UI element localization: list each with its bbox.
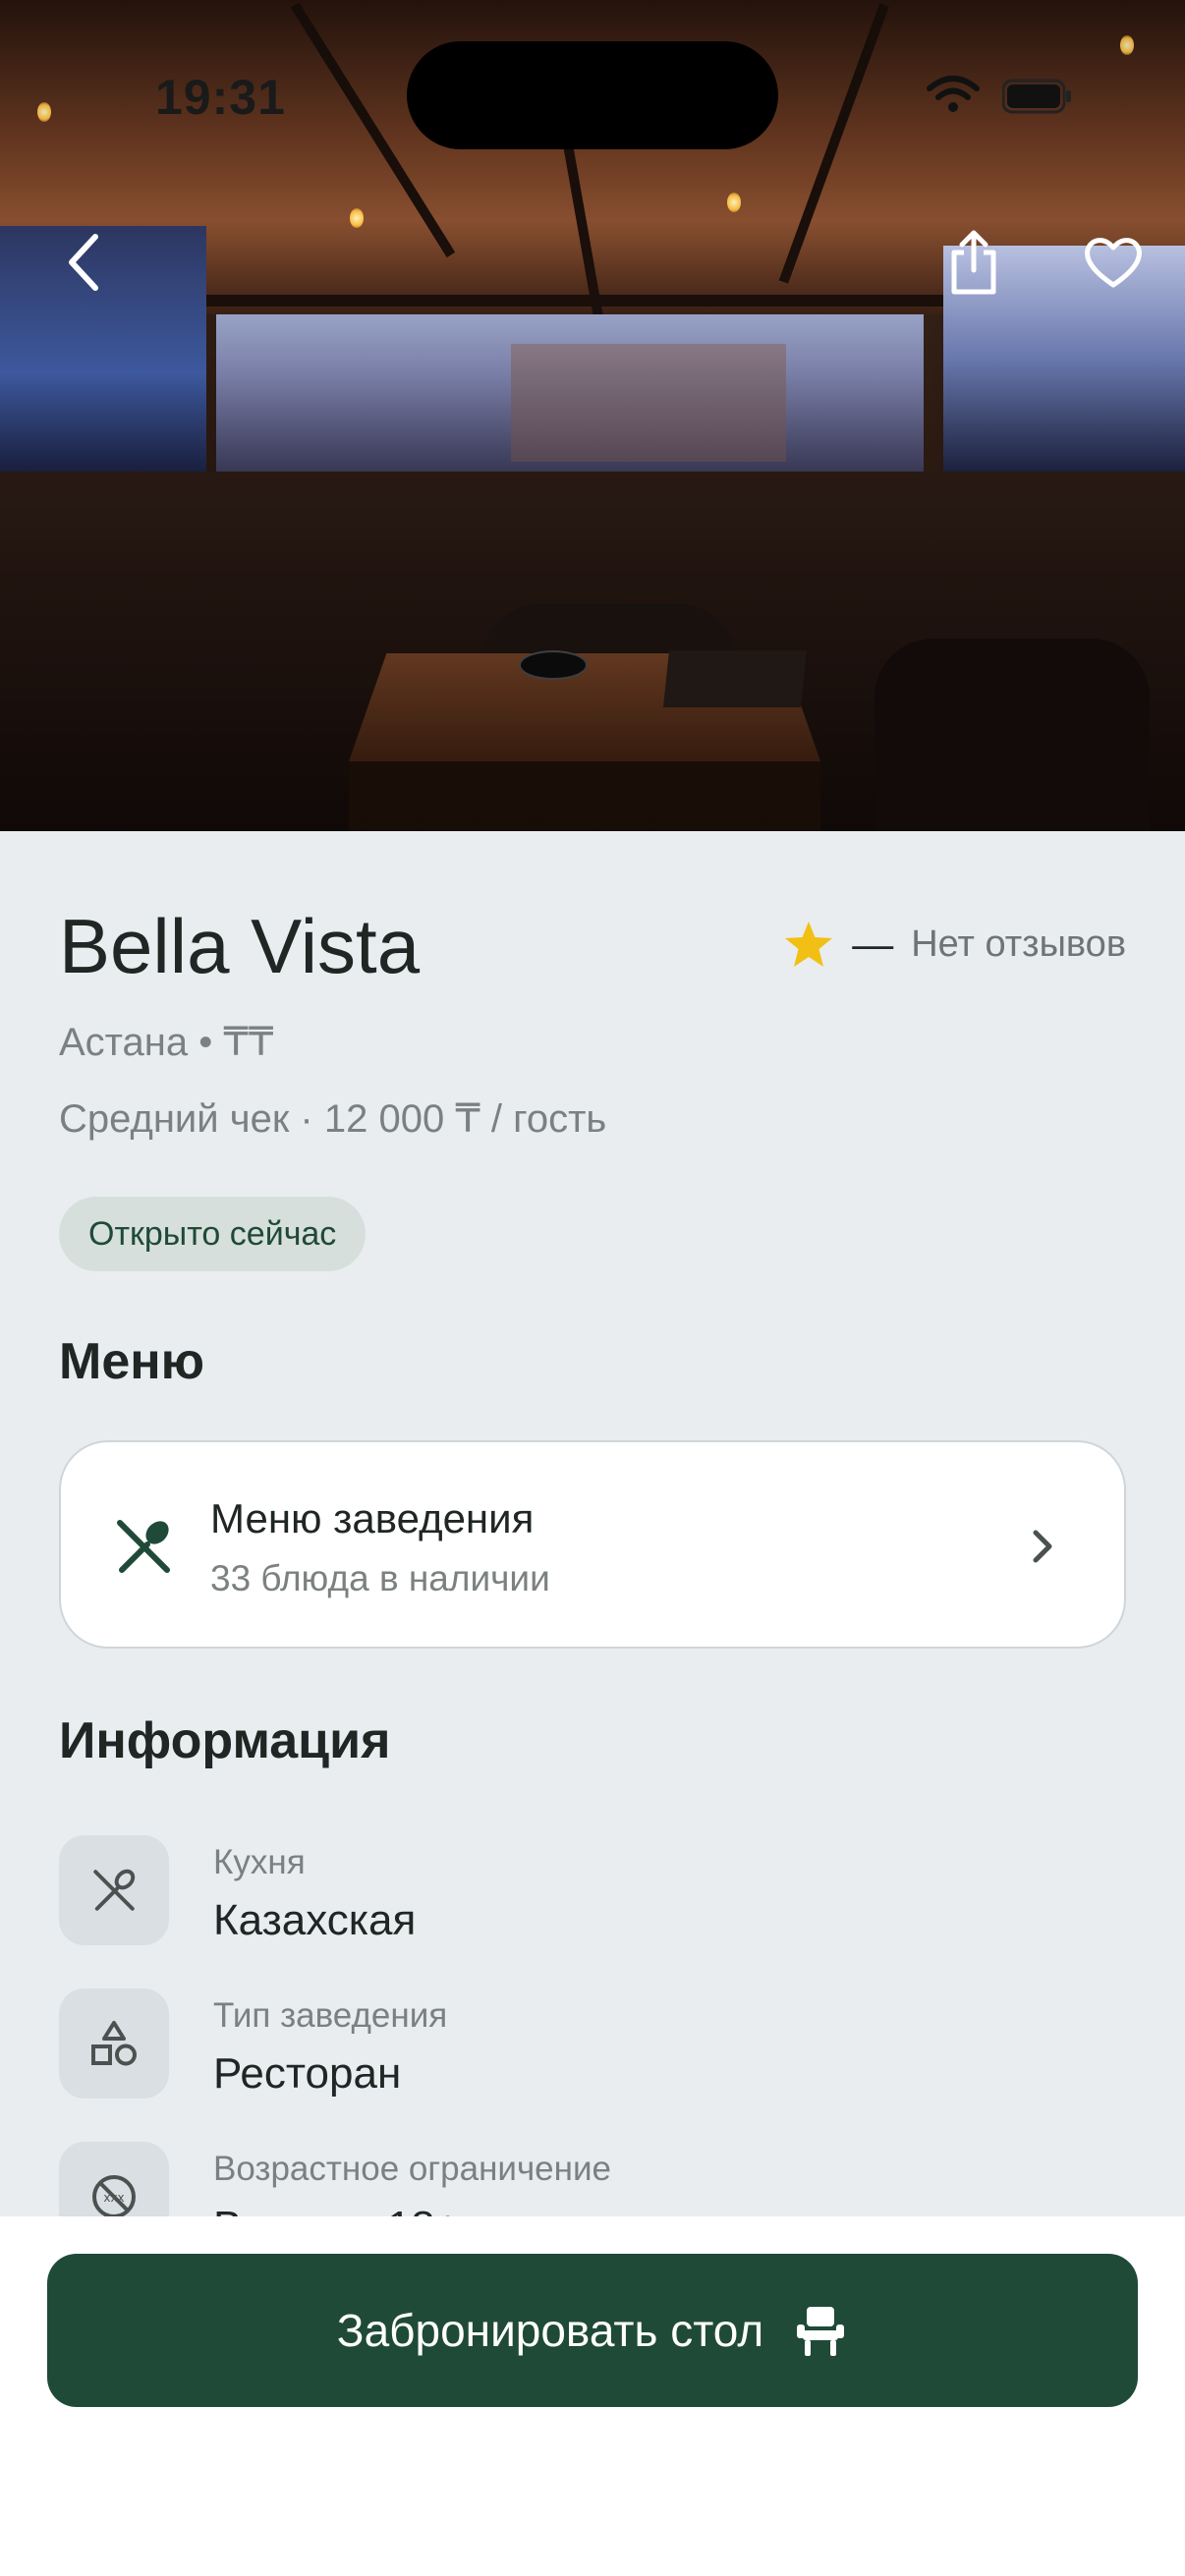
rating-dash: —: [852, 921, 894, 967]
info-label: Возрастное ограничение: [213, 2150, 611, 2188]
info-value: Возраст 18+: [213, 2203, 460, 2216]
city-price: Астана • ₸₸: [59, 1021, 274, 1064]
chair-icon: [797, 2307, 845, 2356]
info-icon-box: [59, 1835, 169, 1945]
wifi-icon: [927, 76, 980, 112]
menu-section-title: Меню: [59, 1333, 205, 1390]
bottom-action-bar: Забронировать стол: [0, 2216, 1185, 2576]
menu-card[interactable]: Меню заведения 33 блюда в наличии: [59, 1440, 1126, 1649]
age-restriction-icon: xxx: [92, 2175, 136, 2216]
menu-card-subtitle: 33 блюда в наличии: [210, 1558, 550, 1598]
star-icon: [785, 922, 833, 967]
average-check: Средний чек · 12 000 ₸ / гость: [59, 1097, 607, 1141]
details-content: Bella Vista — Нет отзывов Астана • ₸₸ Ср…: [0, 831, 1185, 2216]
info-row-venue-type: Тип заведения Ресторан: [59, 1988, 1126, 2116]
share-button[interactable]: [939, 228, 1008, 297]
shapes-icon: [91, 2021, 137, 2066]
heart-icon: [1085, 238, 1142, 288]
open-status-badge: Открыто сейчас: [59, 1197, 367, 1271]
share-icon: [951, 230, 996, 295]
info-label: Тип заведения: [213, 1996, 448, 2035]
utensils-icon: [93, 1869, 136, 1911]
chevron-left-icon: [69, 234, 98, 291]
favorite-button[interactable]: [1079, 228, 1148, 297]
battery-icon: [1002, 79, 1071, 114]
dynamic-island: [407, 41, 778, 149]
info-row-age-restriction: xxx Возрастное ограничение Возраст 18+: [59, 2142, 1126, 2216]
info-label: Кухня: [213, 1843, 306, 1881]
info-icon-box: xxx: [59, 2142, 169, 2216]
book-table-label: Забронировать стол: [336, 2305, 764, 2356]
back-button[interactable]: [49, 228, 118, 297]
info-icon-box: [59, 1988, 169, 2099]
menu-card-title: Меню заведения: [210, 1495, 535, 1541]
book-table-button[interactable]: Забронировать стол: [47, 2254, 1138, 2407]
utensils-icon: [117, 1520, 170, 1573]
info-value: Казахская: [213, 1896, 417, 1944]
info-row-cuisine: Кухня Казахская: [59, 1835, 1126, 1963]
info-value: Ресторан: [213, 2049, 402, 2098]
status-time: 19:31: [155, 70, 286, 125]
restaurant-name: Bella Vista: [59, 903, 421, 989]
info-section-title: Информация: [59, 1712, 391, 1769]
chevron-right-icon: [1033, 1530, 1052, 1563]
svg-text:xxx: xxx: [103, 2191, 124, 2205]
rating-text: Нет отзывов: [911, 923, 1126, 965]
rating[interactable]: — Нет отзывов: [783, 920, 1126, 969]
